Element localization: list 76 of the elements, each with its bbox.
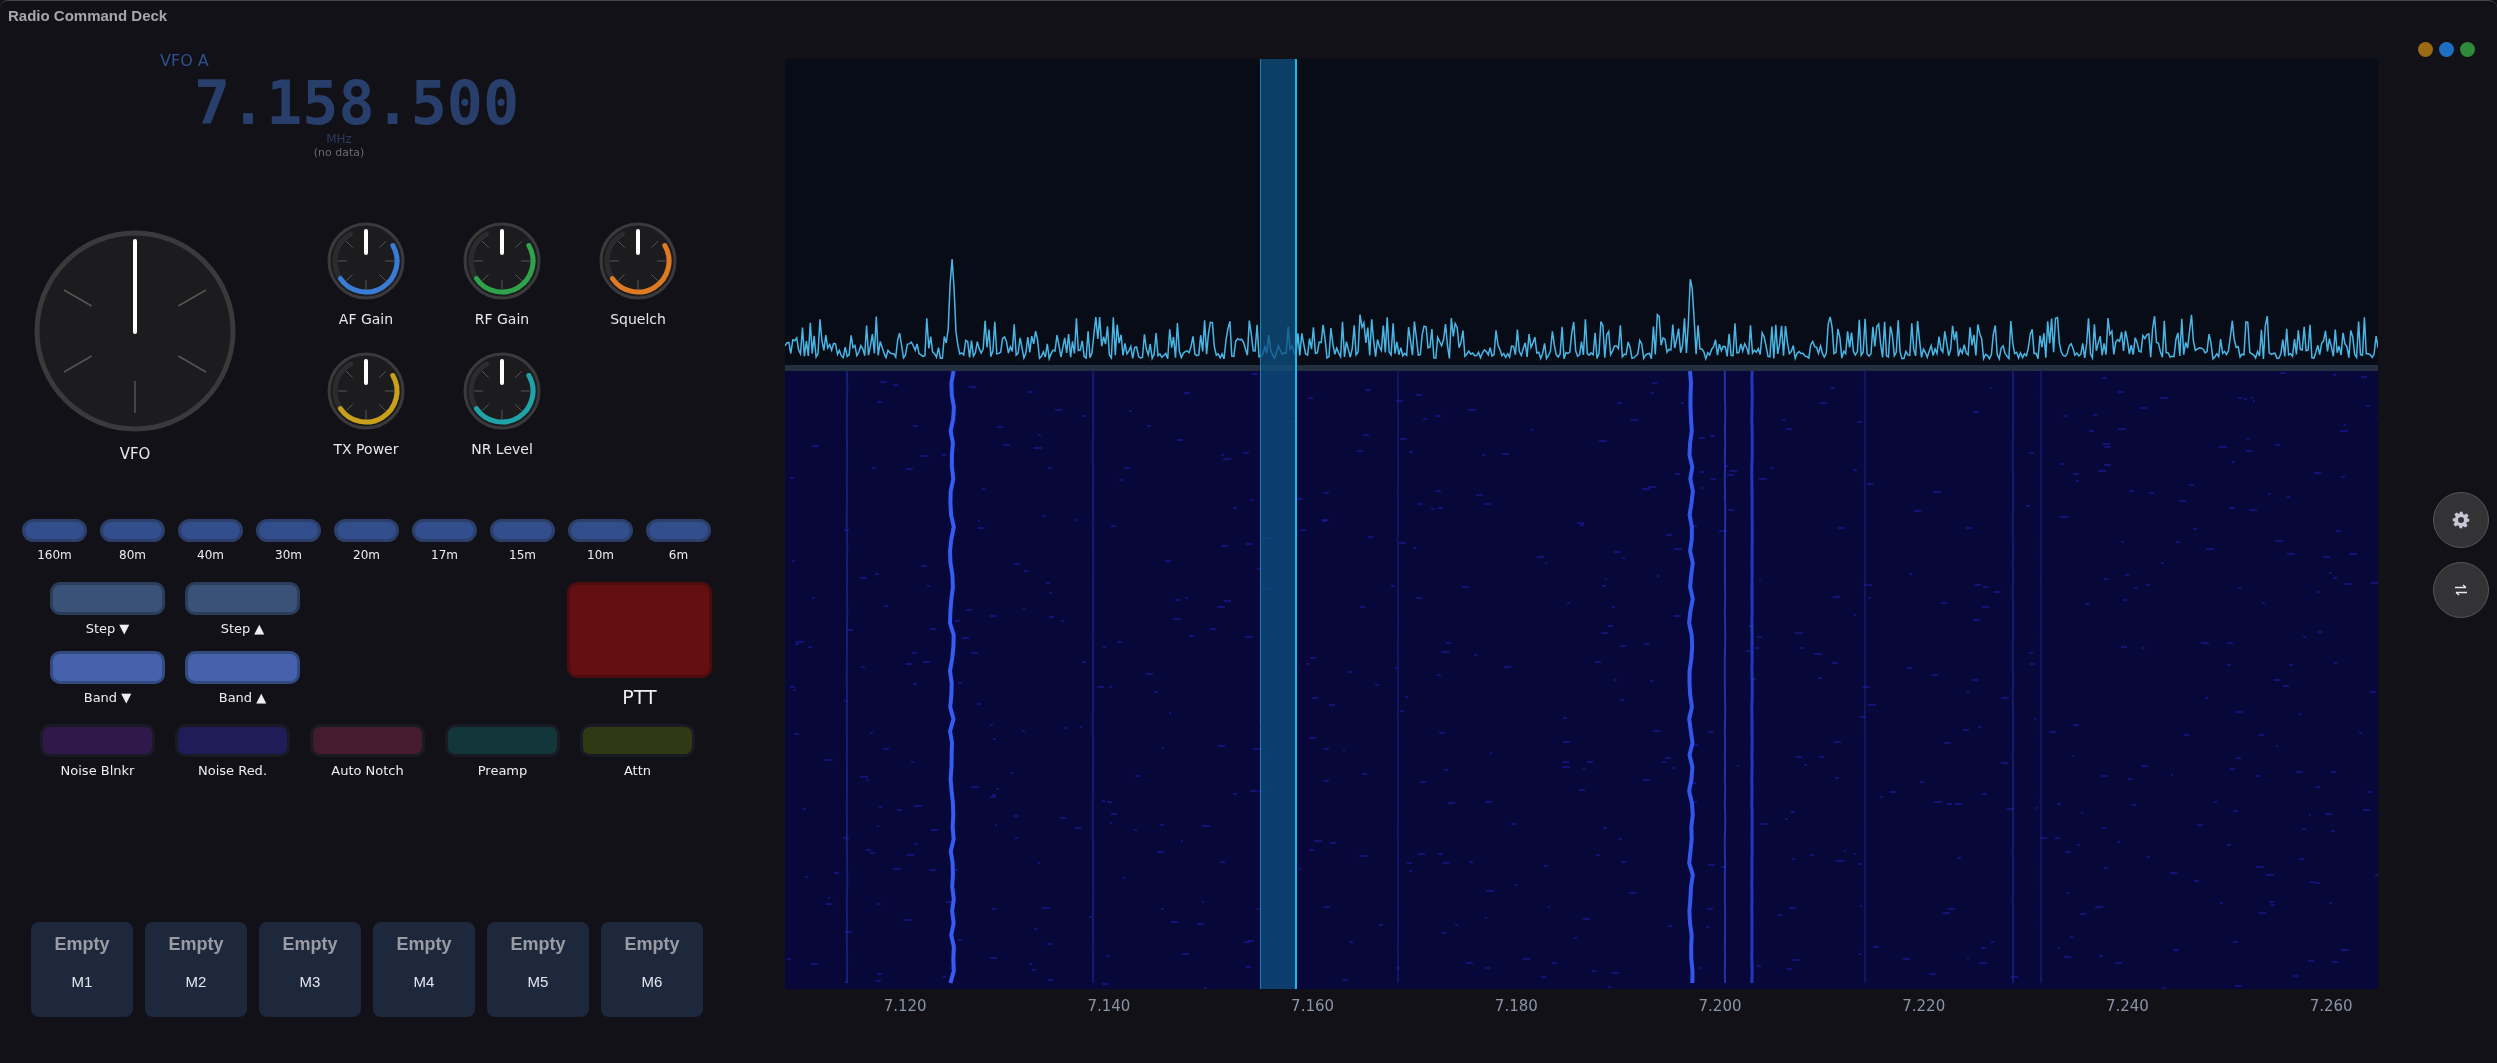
knob-label: NR Level	[471, 441, 533, 457]
band-button[interactable]	[178, 519, 243, 542]
button-label: 10m	[587, 548, 614, 562]
button-label: 6m	[668, 548, 689, 562]
button-label: Auto Notch	[331, 763, 404, 778]
button-label: Step ▲	[220, 621, 265, 636]
swap-arrows-icon	[2454, 584, 2468, 596]
band-button[interactable]	[646, 519, 711, 542]
window-title: Radio Command Deck	[8, 7, 168, 26]
toggle-button[interactable]	[310, 724, 425, 757]
rotary-knob[interactable]	[598, 221, 678, 301]
axis-label: 7.120	[883, 997, 927, 1015]
button-label: Band ▲	[218, 690, 267, 705]
axis-label: 7.220	[1902, 997, 1946, 1015]
button-label: 80m	[119, 548, 146, 562]
settings-icon	[2452, 511, 2470, 529]
button-label: 30m	[275, 548, 302, 562]
axis-label: 7.160	[1291, 997, 1335, 1015]
band-button[interactable]	[490, 519, 555, 542]
band-button[interactable]	[334, 519, 399, 542]
rotary-knob[interactable]	[326, 351, 406, 431]
knob-label: AF Gain	[338, 311, 394, 327]
band-button[interactable]	[22, 519, 87, 542]
tuning-button[interactable]	[50, 651, 165, 684]
passband-marker[interactable]	[1260, 59, 1297, 989]
tuning-button[interactable]	[185, 582, 300, 615]
vfo-label: VFO A	[160, 51, 210, 70]
button-label: Noise Blnkr	[60, 763, 135, 778]
button-label: Step ▼	[85, 621, 130, 636]
toggle-button[interactable]	[175, 724, 290, 757]
band-button[interactable]	[412, 519, 477, 542]
band-button[interactable]	[256, 519, 321, 542]
memory-button[interactable]: Empty M1	[31, 922, 133, 1017]
axis-label: 7.260	[2309, 997, 2353, 1015]
knob-label: RF Gain	[474, 311, 530, 327]
memory-button[interactable]: Empty M6	[601, 922, 703, 1017]
tuning-button[interactable]	[185, 651, 300, 684]
memory-button[interactable]: Empty M5	[487, 922, 589, 1017]
knob-label: TX Power	[333, 441, 399, 457]
axis-label: 7.140	[1087, 997, 1131, 1015]
axis-label: 7.180	[1494, 997, 1538, 1015]
toggle-button[interactable]	[40, 724, 155, 757]
toggle-button[interactable]	[580, 724, 695, 757]
spectrum-drawing[interactable]	[785, 59, 2378, 371]
window-control[interactable]	[2439, 42, 2454, 57]
unit-label: MHz	[326, 132, 352, 146]
rotary-knob[interactable]	[462, 351, 542, 431]
swap-button[interactable]	[2433, 562, 2489, 618]
band-button[interactable]	[100, 519, 165, 542]
band-button[interactable]	[568, 519, 633, 542]
button-label: Band ▼	[83, 690, 132, 705]
axis-label: 7.200	[1698, 997, 1742, 1015]
button-label: 160m	[37, 548, 72, 562]
button-label: 17m	[431, 548, 458, 562]
button-label: PTT	[622, 686, 657, 708]
memory-button[interactable]: Empty M4	[373, 922, 475, 1017]
button-label: 20m	[353, 548, 380, 562]
rotary-knob[interactable]	[326, 221, 406, 301]
button-label: Attn	[623, 763, 652, 778]
button-label: 15m	[509, 548, 536, 562]
window-control[interactable]	[2418, 42, 2433, 57]
toggle-button[interactable]	[445, 724, 560, 757]
button-label: Noise Red.	[198, 763, 267, 778]
settings-button[interactable]	[2433, 492, 2489, 548]
window-control[interactable]	[2460, 42, 2475, 57]
tuning-button[interactable]	[50, 582, 165, 615]
button-label: 40m	[197, 548, 224, 562]
knob-label: VFO	[119, 445, 151, 463]
status-note: (no data)	[313, 146, 365, 159]
memory-button[interactable]: Empty M3	[259, 922, 361, 1017]
knob-label: Squelch	[610, 311, 666, 327]
tuning-knob[interactable]	[33, 229, 237, 433]
axis-label: 7.240	[2105, 997, 2149, 1015]
rotary-knob[interactable]	[462, 221, 542, 301]
memory-button[interactable]: Empty M2	[145, 922, 247, 1017]
button-label: Preamp	[477, 763, 528, 778]
